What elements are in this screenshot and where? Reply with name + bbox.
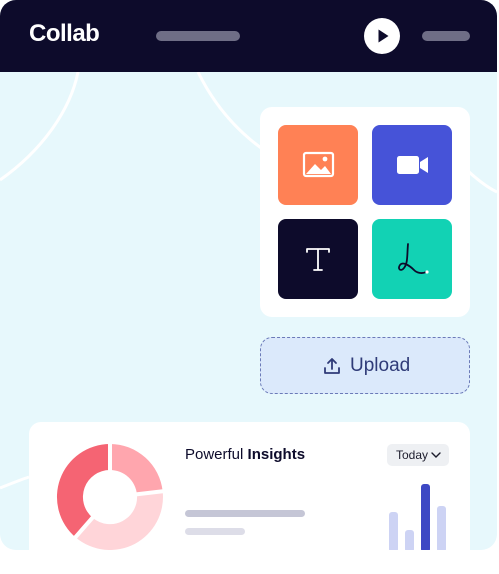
insights-title-bold: Insights <box>247 446 306 463</box>
play-button[interactable] <box>364 18 400 54</box>
video-tool-button[interactable] <box>372 125 452 205</box>
video-camera-icon <box>397 156 428 174</box>
period-dropdown[interactable]: Today <box>387 444 449 466</box>
upload-dropzone[interactable]: Upload <box>260 337 470 394</box>
bar-chart-icon <box>389 484 446 550</box>
brand-logo[interactable]: Collab <box>29 20 100 48</box>
insights-title-regular: Powerful <box>185 446 244 463</box>
nav-placeholder <box>156 31 240 41</box>
insights-title: Powerful Insights <box>185 446 305 463</box>
upload-icon <box>324 358 340 374</box>
media-tools-panel <box>260 107 470 317</box>
text-placeholder-line <box>185 528 245 535</box>
upload-label: Upload <box>350 355 411 376</box>
play-icon <box>378 29 389 43</box>
donut-chart-icon <box>56 442 165 550</box>
app-window: Collab Upload Powerful Insights Today <box>0 0 497 550</box>
insights-card: Powerful Insights Today <box>29 422 470 550</box>
draw-tool-button[interactable] <box>372 219 452 299</box>
text-icon <box>306 248 330 271</box>
menu-placeholder[interactable] <box>422 31 470 41</box>
chevron-down-icon <box>431 452 441 458</box>
period-label: Today <box>396 448 429 462</box>
text-tool-button[interactable] <box>278 219 358 299</box>
text-placeholder-line <box>185 510 305 517</box>
image-tool-button[interactable] <box>278 125 358 205</box>
pen-draw-icon <box>398 243 429 274</box>
image-icon <box>302 151 335 178</box>
top-bar: Collab <box>0 0 497 72</box>
